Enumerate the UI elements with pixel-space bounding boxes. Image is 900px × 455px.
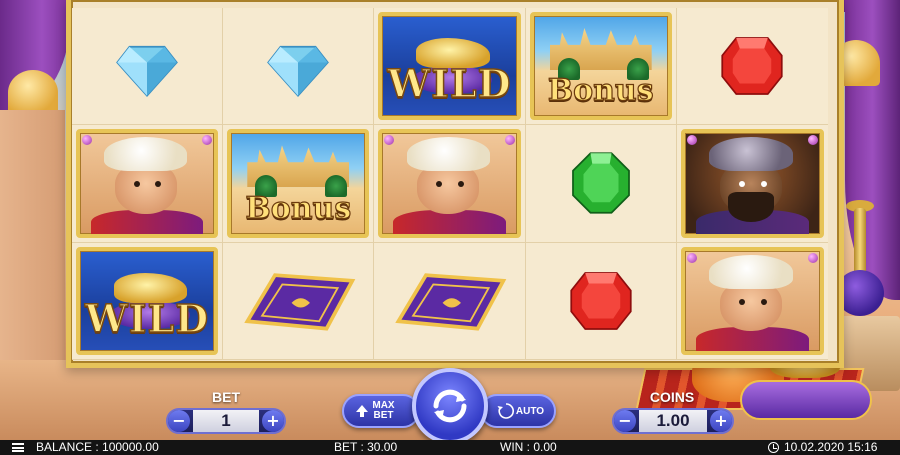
reel-cell: WILD: [374, 8, 526, 126]
bet-increase-button[interactable]: +: [262, 410, 284, 432]
clock-icon: [768, 442, 779, 453]
coins-stepper: − 1.00 +: [612, 408, 734, 434]
corner-gem-icon: [686, 135, 697, 146]
blue-diamond-icon: [116, 46, 178, 98]
bet-readout: BET : 30.00: [334, 440, 398, 454]
reel-cell: [676, 125, 828, 243]
hero-symbol: [76, 129, 219, 238]
refresh-arrows-icon: [433, 389, 467, 423]
corner-gem-icon: [504, 135, 515, 146]
reel-cell: [72, 125, 224, 243]
corner-gem-icon: [384, 135, 395, 146]
wild-symbol: WILD: [76, 246, 219, 355]
hero-symbol: [378, 129, 521, 238]
balance-readout: BALANCE : 100000.00: [36, 440, 159, 454]
reel-cell: [72, 8, 224, 126]
auto-rotate-icon: [497, 403, 514, 419]
corner-gem-icon: [807, 135, 818, 146]
reel-cell: [525, 125, 677, 243]
auto-spin-button[interactable]: AUTO: [480, 394, 556, 428]
wild-label: WILD: [84, 295, 210, 342]
win-readout: WIN : 0.00: [500, 440, 557, 454]
turban-icon: [709, 137, 793, 172]
hero-symbol: [680, 246, 824, 355]
wild-symbol: WILD: [378, 12, 521, 121]
bet-value: 1: [193, 410, 259, 432]
max-bet-button[interactable]: MAX BET: [342, 394, 420, 428]
corner-gem-icon: [686, 252, 697, 263]
coins-label: COINS: [649, 389, 695, 405]
reel-cell: [676, 8, 828, 126]
bonus-symbol: Bonus: [529, 12, 672, 121]
turban-icon: [406, 137, 490, 172]
villain-symbol: [680, 129, 824, 238]
turban-icon: [709, 254, 793, 289]
coins-decrease-button[interactable]: −: [614, 410, 636, 432]
eye: [760, 298, 767, 305]
hookah-neck: [854, 208, 866, 276]
arrow-up-icon: [356, 405, 369, 417]
coins-increase-button[interactable]: +: [710, 410, 732, 432]
reel-cell: Bonus: [223, 125, 375, 243]
vest: [90, 209, 204, 234]
coins-value: 1.00: [639, 410, 707, 432]
hamburger-menu-icon[interactable]: [12, 443, 24, 452]
bonus-label: Bonus: [245, 190, 352, 226]
vest: [393, 209, 506, 234]
turban-icon: [104, 137, 188, 172]
magic-carpet-icon: [395, 273, 507, 331]
corner-gem-icon: [807, 252, 818, 263]
vest: [695, 326, 810, 351]
bet-label: BET: [212, 389, 240, 405]
reel-cell: [223, 8, 375, 126]
reel-cell: [374, 125, 526, 243]
bet-stepper: − 1 +: [166, 408, 286, 434]
status-bar: BALANCE : 100000.00 BET : 30.00 WIN : 0.…: [0, 440, 900, 455]
red-ruby-icon: [570, 271, 632, 330]
bet-decrease-button[interactable]: −: [168, 410, 190, 432]
corner-gem-icon: [202, 135, 213, 146]
cushion-purple: [740, 380, 872, 420]
datetime-readout: 10.02.2020 15:16: [784, 440, 878, 454]
reel-cell: Bonus: [525, 8, 677, 126]
bonus-label: Bonus: [547, 73, 654, 109]
corner-gem-icon: [82, 135, 92, 146]
reel-grid: WILD Bonus Bonus WILD: [72, 8, 828, 360]
reel-cell: [374, 242, 526, 360]
eye: [738, 298, 745, 305]
bonus-symbol: Bonus: [227, 129, 370, 238]
beard: [728, 191, 774, 222]
spin-button[interactable]: [412, 368, 488, 444]
palace-tower-left: [0, 110, 65, 370]
auto-label: AUTO: [515, 405, 545, 417]
reel-cell: [525, 242, 677, 360]
reel-cell: [223, 242, 375, 360]
max-bet-label-line2: BET: [373, 410, 394, 421]
palace-dome-left: [8, 70, 58, 115]
green-emerald-icon: [571, 152, 630, 215]
red-ruby-icon: [721, 37, 784, 96]
wild-label: WILD: [387, 61, 512, 108]
reel-cell: WILD: [72, 242, 224, 360]
magic-carpet-icon: [244, 273, 356, 331]
blue-diamond-icon: [267, 46, 330, 98]
reel-cell: [676, 242, 828, 360]
